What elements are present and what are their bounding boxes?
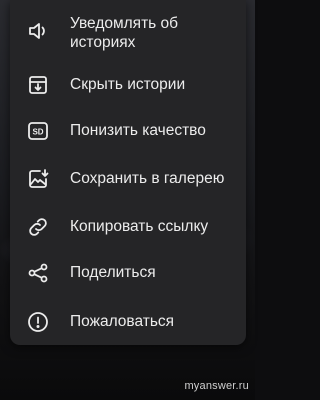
menu-item-label: Копировать ссылку bbox=[70, 218, 209, 235]
menu-item-copy-link[interactable]: Копировать ссылку bbox=[10, 204, 246, 250]
menu-item-label: Пожаловаться bbox=[70, 313, 175, 330]
share-icon bbox=[26, 261, 50, 285]
menu-item-share[interactable]: Поделиться bbox=[10, 250, 246, 296]
menu-item-save-gallery[interactable]: Сохранить в галерею bbox=[10, 156, 246, 202]
menu-item-label: Поделиться bbox=[70, 264, 156, 281]
watermark: myanswer.ru bbox=[184, 380, 249, 392]
story-options-menu: Уведомлять об историях Скрыть истории SD… bbox=[10, 0, 246, 345]
menu-item-label: Сохранить в галерею bbox=[70, 170, 225, 187]
menu-item-report[interactable]: Пожаловаться bbox=[10, 299, 246, 345]
menu-item-label: Понизить качество bbox=[70, 122, 206, 139]
sd-quality-icon: SD bbox=[26, 119, 50, 143]
svg-text:SD: SD bbox=[32, 128, 43, 137]
link-icon bbox=[26, 215, 50, 239]
report-icon bbox=[26, 310, 50, 334]
menu-item-label: Уведомлять об историях bbox=[70, 15, 179, 51]
menu-item-lower-quality[interactable]: SD Понизить качество bbox=[10, 108, 246, 154]
save-to-gallery-icon bbox=[26, 167, 50, 191]
speaker-icon bbox=[26, 19, 50, 43]
menu-item-label: Скрыть истории bbox=[70, 76, 186, 93]
menu-item-hide-stories[interactable]: Скрыть истории bbox=[10, 62, 246, 108]
archive-box-icon bbox=[26, 73, 50, 97]
menu-item-notify-stories[interactable]: Уведомлять об историях bbox=[10, 8, 246, 54]
